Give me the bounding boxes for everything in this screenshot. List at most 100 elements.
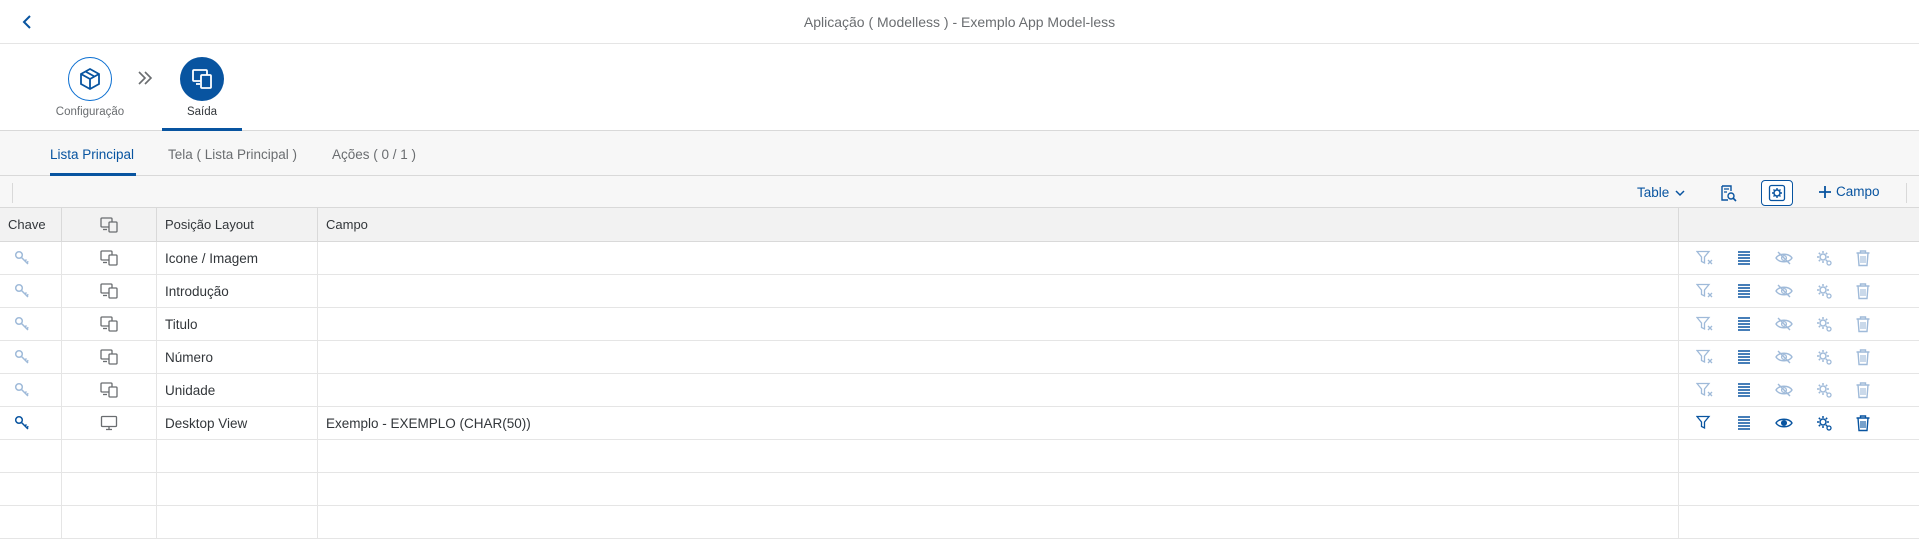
visibility-button[interactable] xyxy=(1773,412,1795,434)
tab-lista-principal[interactable]: Lista Principal xyxy=(50,147,134,162)
column-header-device[interactable] xyxy=(62,208,157,241)
filter-button[interactable] xyxy=(1694,346,1716,368)
wizard-step-saida[interactable]: Saída xyxy=(162,57,242,118)
table-row[interactable]: Desktop View Exemplo - EXEMPLO (CHAR(50)… xyxy=(0,407,1919,440)
table-row[interactable]: Titulo xyxy=(0,308,1919,341)
list-icon xyxy=(1736,415,1752,431)
visibility-button[interactable] xyxy=(1773,280,1795,302)
key-icon[interactable] xyxy=(14,316,30,332)
key-cell[interactable] xyxy=(0,308,62,340)
column-header-chave[interactable]: Chave xyxy=(0,208,62,241)
list-button[interactable] xyxy=(1733,412,1755,434)
tab-tela-lista-principal[interactable]: Tela ( Lista Principal ) xyxy=(168,147,297,162)
view-type-select[interactable]: Table xyxy=(1637,185,1685,200)
settings-icon xyxy=(1815,381,1833,399)
key-icon[interactable] xyxy=(14,415,30,431)
multi-device-icon xyxy=(192,69,212,89)
empty-cell xyxy=(157,506,318,538)
list-button[interactable] xyxy=(1733,379,1755,401)
visibility-button[interactable] xyxy=(1773,379,1795,401)
row-actions-cell xyxy=(1679,374,1919,406)
filter-button[interactable] xyxy=(1694,412,1716,434)
list-icon xyxy=(1736,250,1752,266)
add-field-button[interactable]: Campo xyxy=(1818,184,1880,199)
delete-button[interactable] xyxy=(1852,412,1874,434)
delete-button[interactable] xyxy=(1852,247,1874,269)
column-header-posicao-layout[interactable]: Posição Layout xyxy=(157,208,318,241)
key-icon[interactable] xyxy=(14,283,30,299)
empty-cell xyxy=(62,506,157,538)
wizard-step-configuracao[interactable]: Configuração xyxy=(50,57,130,118)
visibility-icon xyxy=(1775,283,1793,299)
app-title: Aplicação ( Modelless ) - Exemplo App Mo… xyxy=(803,14,1116,30)
key-cell[interactable] xyxy=(0,275,62,307)
key-cell[interactable] xyxy=(0,341,62,373)
tab-active-indicator xyxy=(50,173,136,176)
list-button[interactable] xyxy=(1733,346,1755,368)
device-cell xyxy=(62,407,157,439)
key-cell[interactable] xyxy=(0,374,62,406)
list-button[interactable] xyxy=(1733,280,1755,302)
filter-button[interactable] xyxy=(1694,247,1716,269)
empty-cell xyxy=(0,473,62,505)
visibility-icon xyxy=(1775,382,1793,398)
filter-button[interactable] xyxy=(1694,379,1716,401)
empty-table-row xyxy=(0,506,1919,539)
list-icon xyxy=(1736,349,1752,365)
filter-button[interactable] xyxy=(1694,280,1716,302)
column-header-campo[interactable]: Campo xyxy=(318,208,1679,241)
list-icon xyxy=(1736,316,1752,332)
key-cell[interactable] xyxy=(0,242,62,274)
settings-gears-icon xyxy=(1768,184,1786,202)
field-settings-button[interactable] xyxy=(1813,412,1835,434)
tab-bar: Lista Principal Tela ( Lista Principal )… xyxy=(0,132,1919,176)
delete-icon xyxy=(1855,315,1871,333)
visibility-button[interactable] xyxy=(1773,247,1795,269)
product-box-icon xyxy=(80,67,100,91)
field-settings-button[interactable] xyxy=(1813,379,1835,401)
desktop-icon xyxy=(100,415,118,431)
delete-button[interactable] xyxy=(1852,280,1874,302)
device-cell xyxy=(62,341,157,373)
field-settings-button[interactable] xyxy=(1813,280,1835,302)
table-row[interactable]: Unidade xyxy=(0,374,1919,407)
field-settings-button[interactable] xyxy=(1813,346,1835,368)
wizard-progress: Configuração Saída xyxy=(0,44,1919,131)
settings-icon xyxy=(1815,282,1833,300)
table-row[interactable]: Número xyxy=(0,341,1919,374)
key-icon[interactable] xyxy=(14,382,30,398)
multi-device-icon xyxy=(100,316,118,332)
delete-icon xyxy=(1855,282,1871,300)
table-row[interactable]: Introdução xyxy=(0,275,1919,308)
double-chevron-right-icon xyxy=(138,71,153,85)
empty-table-row xyxy=(0,473,1919,506)
empty-cell xyxy=(62,440,157,472)
visibility-button[interactable] xyxy=(1773,346,1795,368)
filter-icon xyxy=(1696,316,1714,332)
delete-button[interactable] xyxy=(1852,313,1874,335)
delete-icon xyxy=(1855,249,1871,267)
visibility-button[interactable] xyxy=(1773,313,1795,335)
field-cell xyxy=(318,374,1679,406)
filter-button[interactable] xyxy=(1694,313,1716,335)
empty-cell xyxy=(1679,506,1919,538)
filter-icon xyxy=(1696,250,1714,266)
preview-button[interactable] xyxy=(1712,180,1744,206)
device-cell xyxy=(62,374,157,406)
filter-icon xyxy=(1696,415,1714,431)
field-settings-button[interactable] xyxy=(1813,313,1835,335)
tab-acoes[interactable]: Ações ( 0 / 1 ) xyxy=(332,147,416,162)
empty-cell xyxy=(1679,440,1919,472)
table-row[interactable]: Icone / Imagem xyxy=(0,242,1919,275)
visibility-icon xyxy=(1775,250,1793,266)
list-button[interactable] xyxy=(1733,313,1755,335)
settings-icon xyxy=(1815,249,1833,267)
key-icon[interactable] xyxy=(14,349,30,365)
settings-toggle-button[interactable] xyxy=(1761,180,1793,206)
delete-button[interactable] xyxy=(1852,379,1874,401)
field-settings-button[interactable] xyxy=(1813,247,1835,269)
key-cell[interactable] xyxy=(0,407,62,439)
key-icon[interactable] xyxy=(14,250,30,266)
delete-button[interactable] xyxy=(1852,346,1874,368)
list-button[interactable] xyxy=(1733,247,1755,269)
